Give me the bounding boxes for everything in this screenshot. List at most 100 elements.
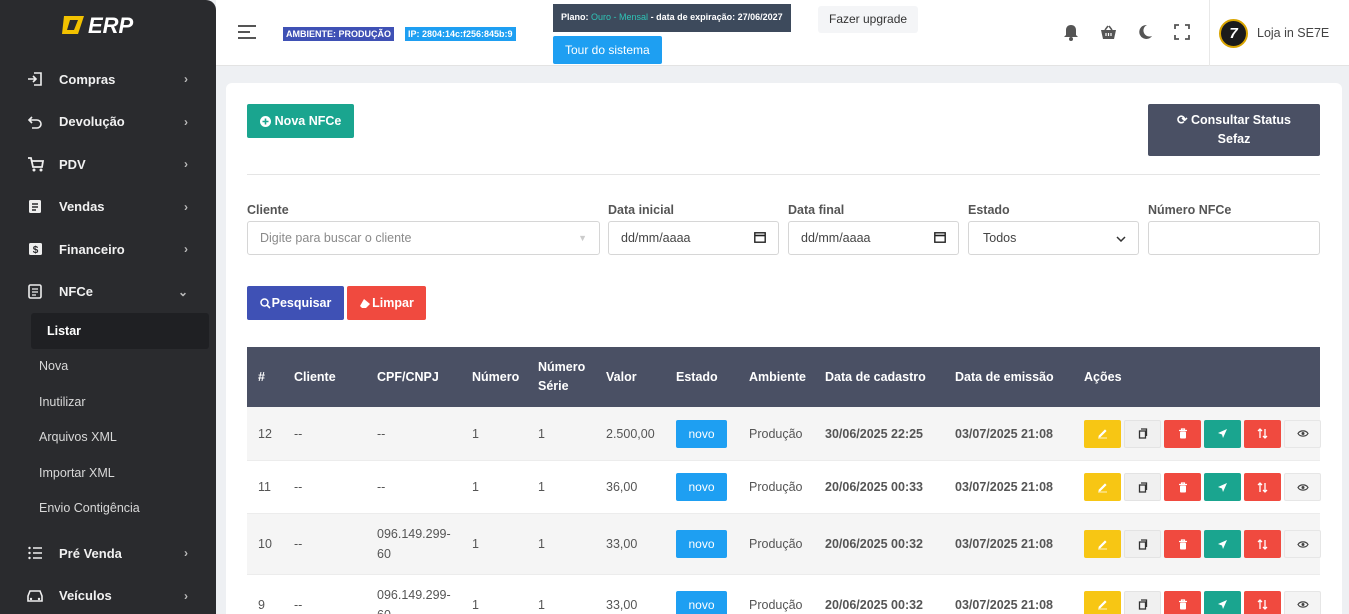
data-final-input[interactable]: dd/mm/aaaa xyxy=(788,221,959,255)
new-nfce-button[interactable]: Nova NFCe xyxy=(247,104,354,138)
user-menu[interactable]: 7 Loja in SE7E xyxy=(1209,0,1349,66)
sidebar-item-compras[interactable]: Compras › xyxy=(0,58,216,101)
sefaz-status-button[interactable]: ⟳ Consultar Status Sefaz xyxy=(1148,104,1320,156)
erp-logo[interactable]: ERP xyxy=(0,0,216,50)
edit-icon[interactable] xyxy=(1084,473,1121,501)
copy-icon[interactable] xyxy=(1124,419,1161,448)
search-label: Pesquisar xyxy=(271,296,332,310)
numero-nfce-input[interactable] xyxy=(1148,221,1320,255)
send-icon[interactable] xyxy=(1204,530,1241,558)
copy-icon[interactable] xyxy=(1124,590,1161,614)
user-name: Loja in SE7E xyxy=(1257,26,1330,40)
col-valor: Valor xyxy=(606,369,637,384)
chevron-right-icon: › xyxy=(184,114,188,129)
cell-estado: novo xyxy=(676,575,727,614)
new-nfce-label: Nova NFCe xyxy=(274,114,342,128)
sidebar-item-veiculos[interactable]: Veículos › xyxy=(0,575,216,614)
edit-icon[interactable] xyxy=(1084,419,1121,448)
copy-icon[interactable] xyxy=(1124,530,1161,558)
basket-icon[interactable] xyxy=(1099,23,1117,41)
table-row: 12 -- -- 1 1 2.500,00 novo Produção 30/0… xyxy=(247,407,1321,461)
col-cadastro: Data de cadastro xyxy=(825,369,926,384)
cell-valor: 2.500,00 xyxy=(606,426,655,441)
data-inicial-value: dd/mm/aaaa xyxy=(621,231,691,245)
col-acoes: Ações xyxy=(1084,369,1122,384)
cpf-line2: 60 xyxy=(377,547,391,561)
edit-icon[interactable] xyxy=(1084,530,1121,558)
swap-icon[interactable] xyxy=(1244,419,1281,448)
fullscreen-icon[interactable] xyxy=(1173,23,1191,41)
submenu-item-arquivos-xml[interactable]: Arquivos XML xyxy=(0,420,216,456)
dark-mode-icon[interactable] xyxy=(1136,23,1154,41)
cell-cadastro: 30/06/2025 22:25 xyxy=(825,426,924,441)
cell-emissao: 03/07/2025 21:08 xyxy=(955,537,1054,551)
cell-ambiente: Produção xyxy=(749,537,803,551)
trash-icon[interactable] xyxy=(1164,590,1201,614)
sidebar-item-pre-venda[interactable]: Pré Venda › xyxy=(0,532,216,575)
calendar-icon[interactable] xyxy=(754,231,766,246)
submenu-item-listar[interactable]: Listar xyxy=(31,313,209,349)
edit-icon[interactable] xyxy=(1084,590,1121,614)
clear-button[interactable]: Limpar xyxy=(347,286,426,320)
eye-icon[interactable] xyxy=(1284,590,1321,614)
send-icon[interactable] xyxy=(1204,419,1241,448)
submenu-item-inutilizar[interactable]: Inutilizar xyxy=(0,384,216,420)
trash-icon[interactable] xyxy=(1164,530,1201,558)
eye-icon[interactable] xyxy=(1284,530,1321,558)
sefaz-label-line2: Sefaz xyxy=(1217,132,1251,146)
estado-select[interactable]: Todos xyxy=(968,221,1139,255)
submenu-item-importar-xml[interactable]: Importar XML xyxy=(0,455,216,491)
bell-icon[interactable] xyxy=(1062,23,1080,41)
status-badge: novo xyxy=(676,530,727,558)
sidebar-item-nfce[interactable]: NFCe ⌄ xyxy=(0,271,216,314)
cell-ambiente: Produção xyxy=(749,426,803,441)
cell-numero: 1 xyxy=(472,426,479,441)
send-icon[interactable] xyxy=(1204,590,1241,614)
submenu-item-envio-contigencia[interactable]: Envio Contigência xyxy=(0,491,216,527)
entry-icon xyxy=(26,70,44,88)
plan-prefix: Plano: xyxy=(561,12,589,22)
eye-icon[interactable] xyxy=(1284,419,1321,448)
cliente-select[interactable]: Digite para buscar o cliente ▼ xyxy=(247,221,600,255)
send-icon[interactable] xyxy=(1204,473,1241,501)
sidebar-item-financeiro[interactable]: $ Financeiro › xyxy=(0,228,216,271)
eye-icon[interactable] xyxy=(1284,473,1321,501)
table-header: # Cliente CPF/CNPJ Número Número Série V… xyxy=(247,347,1320,407)
tour-button[interactable]: Tour do sistema xyxy=(553,36,662,64)
swap-icon[interactable] xyxy=(1244,530,1281,558)
swap-icon[interactable] xyxy=(1244,473,1281,501)
sidebar-item-label: Financeiro xyxy=(59,241,125,257)
cell-cliente: -- xyxy=(294,537,303,551)
logo-mark-icon: ERP xyxy=(62,14,134,36)
chevron-right-icon: › xyxy=(184,199,188,214)
cell-cadastro: 20/06/2025 00:32 xyxy=(825,597,924,612)
cell-numero: 1 xyxy=(472,597,479,612)
sidebar-item-vendas[interactable]: Vendas › xyxy=(0,186,216,229)
nfce-table: # Cliente CPF/CNPJ Número Número Série V… xyxy=(247,347,1321,614)
table-row: 9 -- 096.149.299- 60 1 1 33,00 novo Prod… xyxy=(247,575,1321,614)
trash-icon[interactable] xyxy=(1164,419,1201,448)
cell-cliente: -- xyxy=(294,597,303,612)
sidebar-item-label: Compras xyxy=(59,71,116,87)
submenu-item-nova[interactable]: Nova xyxy=(0,349,216,385)
menu-toggle-icon[interactable] xyxy=(238,25,256,43)
cpf-line1: 096.149.299- xyxy=(377,527,451,541)
clear-label: Limpar xyxy=(372,296,414,310)
avatar: 7 xyxy=(1219,18,1248,48)
sidebar-item-pdv[interactable]: PDV › xyxy=(0,143,216,186)
search-button[interactable]: Pesquisar xyxy=(247,286,344,320)
sidebar-item-devolucao[interactable]: Devolução › xyxy=(0,101,216,144)
environment-badge: AMBIENTE: PRODUÇÃO xyxy=(283,27,394,41)
cell-id: 12 xyxy=(258,426,272,441)
chevron-right-icon: › xyxy=(184,157,188,172)
status-badge: novo xyxy=(676,590,727,614)
data-inicial-input[interactable]: dd/mm/aaaa xyxy=(608,221,779,255)
ip-badge: IP: 2804:14c:f256:845b:9 xyxy=(405,27,516,41)
cell-numero: 1 xyxy=(472,480,479,494)
dropdown-caret-icon: ▼ xyxy=(578,233,587,243)
copy-icon[interactable] xyxy=(1124,473,1161,501)
trash-icon[interactable] xyxy=(1164,473,1201,501)
upgrade-button[interactable]: Fazer upgrade xyxy=(818,6,919,33)
calendar-icon[interactable] xyxy=(934,231,946,246)
swap-icon[interactable] xyxy=(1244,590,1281,614)
